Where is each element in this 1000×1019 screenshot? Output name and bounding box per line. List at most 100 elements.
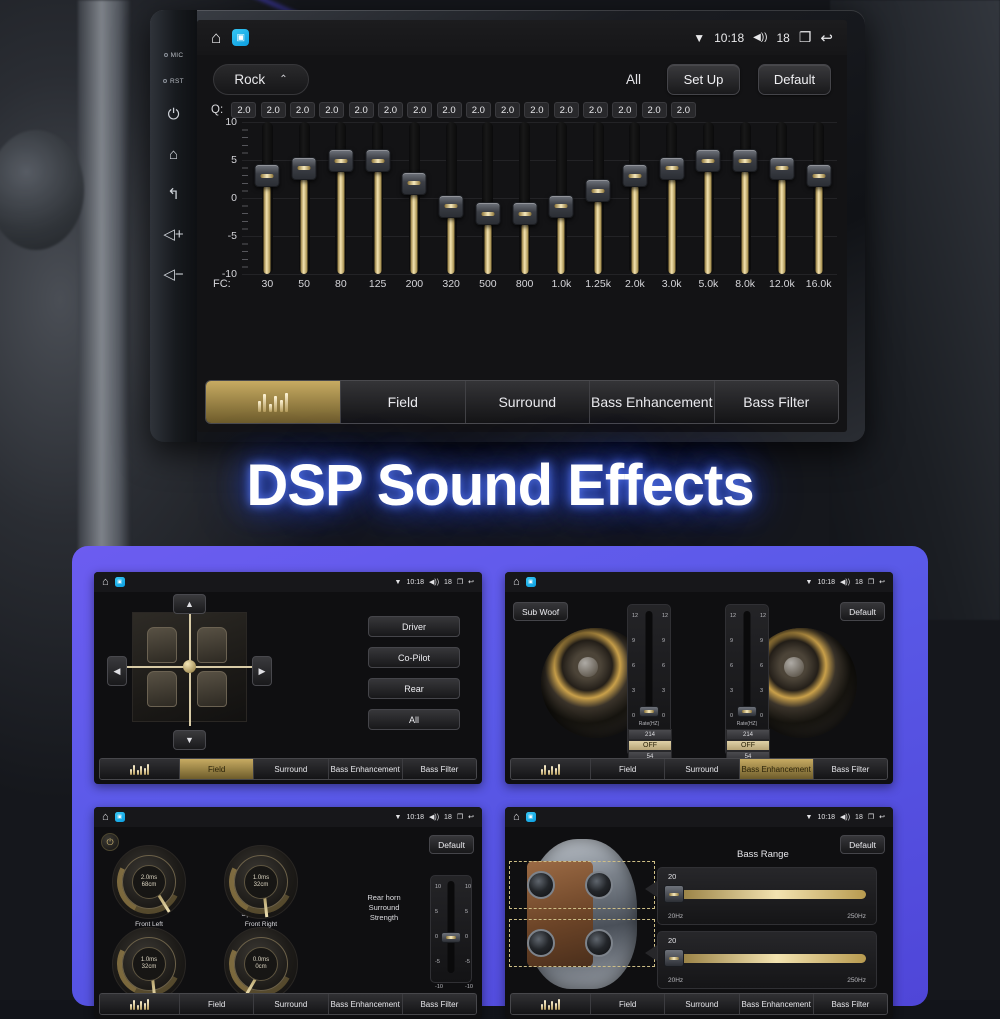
tab-field[interactable]: Field (341, 381, 466, 423)
slider-thumb[interactable] (586, 179, 611, 202)
default-button[interactable]: Default (758, 64, 831, 95)
q-value-box[interactable]: 2.0 (524, 102, 549, 118)
eq-slider-200[interactable] (396, 122, 433, 274)
q-value-box[interactable]: 2.0 (671, 102, 696, 118)
volume-down-icon[interactable]: ◁− (163, 254, 183, 294)
tab-surround[interactable]: Surround (254, 759, 328, 779)
surround-strength-slider[interactable]: 10105500-5-5-10-10 (430, 875, 472, 983)
slider-thumb[interactable] (292, 157, 317, 180)
q-value-box[interactable]: 2.0 (319, 102, 344, 118)
back-icon[interactable]: ↩ (879, 813, 885, 821)
mode-tab-bar[interactable]: FieldSurroundBass EnhancementBass Filter (510, 993, 888, 1015)
power-icon[interactable]: ⏻ (168, 94, 180, 134)
mode-tab-bar[interactable]: FieldSurroundBass EnhancementBass Filter (205, 380, 839, 424)
app-icon[interactable]: ▣ (115, 577, 125, 587)
slider-thumb[interactable] (659, 157, 684, 180)
back-icon[interactable]: ↩ (468, 578, 474, 586)
tab-bass-enhancement[interactable]: Bass Enhancement (329, 759, 403, 779)
tab-surround[interactable]: Surround (254, 994, 328, 1014)
q-value-box[interactable]: 2.0 (261, 102, 286, 118)
preset-driver-button[interactable]: Driver (368, 616, 460, 637)
tab-bass-enhancement[interactable]: Bass Enhancement (329, 994, 403, 1014)
tab-equalizer[interactable] (100, 759, 180, 779)
tab-equalizer[interactable] (511, 994, 591, 1014)
slider-thumb[interactable] (696, 149, 721, 172)
tab-field[interactable]: Field (180, 759, 254, 779)
field-right-button[interactable]: ▶ (252, 656, 272, 686)
q-value-box[interactable]: 2.0 (290, 102, 315, 118)
q-value-box[interactable]: 2.0 (554, 102, 579, 118)
tab-bass-filter[interactable]: Bass Filter (814, 759, 887, 779)
slider-thumb[interactable] (402, 172, 427, 195)
q-value-box[interactable]: 2.0 (612, 102, 637, 118)
slider-thumb[interactable] (733, 149, 758, 172)
recents-icon[interactable]: ❐ (457, 578, 463, 586)
preset-copilot-button[interactable]: Co-Pilot (368, 647, 460, 668)
eq-slider-800[interactable] (506, 122, 543, 274)
recents-icon[interactable]: ❐ (868, 813, 874, 821)
eq-slider-3.0k[interactable] (653, 122, 690, 274)
field-position-handle[interactable] (183, 660, 196, 673)
slider-thumb[interactable] (255, 164, 280, 187)
bass-range-slider-2[interactable]: 20 20Hz 250Hz (657, 931, 877, 989)
bass-range-slider-1[interactable]: 20 20Hz 250Hz (657, 867, 877, 925)
back-icon[interactable]: ↰ (167, 174, 180, 214)
eq-slider-5.0k[interactable] (690, 122, 727, 274)
slider-thumb[interactable] (806, 164, 831, 187)
preset-all-button[interactable]: All (368, 709, 460, 730)
rate-state[interactable]: OFF (628, 740, 672, 751)
recents-icon[interactable]: ❐ (868, 578, 874, 586)
rate-state[interactable]: OFF (726, 740, 770, 751)
q-value-box[interactable]: 2.0 (378, 102, 403, 118)
tab-field[interactable]: Field (591, 759, 665, 779)
app-icon[interactable]: ▣ (232, 29, 249, 46)
slider-thumb[interactable] (328, 149, 353, 172)
app-icon[interactable]: ▣ (115, 812, 125, 822)
slider-thumb[interactable] (769, 157, 794, 180)
eq-slider-30[interactable] (249, 122, 286, 274)
tab-bass-filter[interactable]: Bass Filter (403, 759, 476, 779)
home-icon[interactable]: ⌂ (102, 576, 109, 588)
field-up-button[interactable]: ▲ (173, 594, 206, 614)
home-icon[interactable]: ⌂ (513, 811, 520, 823)
slider-thumb[interactable] (365, 149, 390, 172)
subwoof-slider-right[interactable]: 121299663300 Rate(HZ) 214 OFF 54 (725, 604, 769, 756)
slider-thumb[interactable] (441, 932, 461, 943)
eq-slider-1.0k[interactable] (543, 122, 580, 274)
eq-slider-50[interactable] (286, 122, 323, 274)
eq-slider-1.25k[interactable] (580, 122, 617, 274)
q-value-box[interactable]: 2.0 (437, 102, 462, 118)
tab-bass-filter[interactable]: Bass Filter (403, 994, 476, 1014)
slider-thumb[interactable] (737, 706, 757, 717)
mode-tab-bar[interactable]: FieldSurroundBass EnhancementBass Filter (99, 993, 477, 1015)
app-icon[interactable]: ▣ (526, 577, 536, 587)
slider-thumb[interactable] (549, 195, 574, 218)
preset-dropdown[interactable]: Rock ⌃ (213, 64, 309, 95)
tab-surround[interactable]: Surround (665, 759, 739, 779)
q-value-box[interactable]: 2.0 (495, 102, 520, 118)
q-value-box[interactable]: 2.0 (583, 102, 608, 118)
slider-thumb[interactable] (664, 949, 684, 967)
preset-rear-button[interactable]: Rear (368, 678, 460, 699)
mode-tab-bar[interactable]: FieldSurroundBass EnhancementBass Filter (510, 758, 888, 780)
eq-slider-320[interactable] (433, 122, 470, 274)
slider-thumb[interactable] (664, 885, 684, 903)
app-icon[interactable]: ▣ (526, 812, 536, 822)
knob-front-right[interactable]: 1.0ms32cm (224, 845, 298, 919)
slider-thumb[interactable] (475, 202, 500, 225)
default-button[interactable]: Default (840, 602, 885, 621)
slider-thumb[interactable] (622, 164, 647, 187)
eq-slider-8.0k[interactable] (727, 122, 764, 274)
tab-surround[interactable]: Surround (466, 381, 591, 423)
eq-slider-group[interactable] (249, 122, 837, 274)
eq-slider-125[interactable] (359, 122, 396, 274)
tab-bass-filter[interactable]: Bass Filter (715, 381, 839, 423)
eq-slider-500[interactable] (470, 122, 507, 274)
field-left-button[interactable]: ◀ (107, 656, 127, 686)
tab-field[interactable]: Field (591, 994, 665, 1014)
eq-slider-2.0k[interactable] (617, 122, 654, 274)
subwoof-slider-left[interactable]: 121299663300 Rate(HZ) 214 OFF 54 (627, 604, 671, 756)
eq-slider-80[interactable] (323, 122, 360, 274)
home-icon[interactable]: ⌂ (169, 134, 178, 174)
tab-equalizer[interactable] (511, 759, 591, 779)
